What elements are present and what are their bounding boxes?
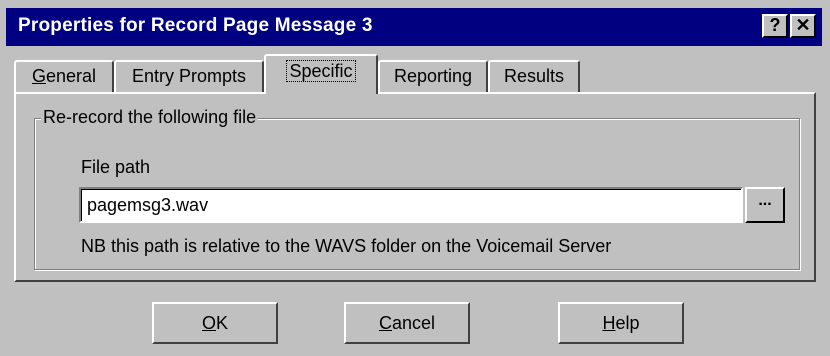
cancel-button[interactable]: Cancel xyxy=(344,302,470,344)
path-note: NB this path is relative to the WAVS fol… xyxy=(81,236,612,256)
tab-entry-prompts[interactable]: Entry Prompts xyxy=(114,60,264,92)
ok-button[interactable]: OK xyxy=(152,302,278,344)
window-title: Properties for Record Page Message 3 xyxy=(18,15,373,36)
title-bar[interactable]: Properties for Record Page Message 3 ? ✕ xyxy=(6,8,822,46)
cancel-label-rest: ancel xyxy=(391,313,436,333)
ok-label-rest: K xyxy=(216,313,229,333)
tab-specific[interactable]: Specific xyxy=(264,54,378,94)
close-icon[interactable]: ✕ xyxy=(790,14,816,38)
cancel-mnemonic: C xyxy=(378,313,392,333)
ok-mnemonic: O xyxy=(201,313,216,333)
tab-general-label-rest: eneral xyxy=(45,66,97,86)
file-path-label: File path xyxy=(81,157,151,177)
help-label-rest: elp xyxy=(615,313,640,333)
tab-general-mnemonic: G xyxy=(31,66,46,86)
tab-results-label: Results xyxy=(503,66,565,86)
file-path-input[interactable] xyxy=(79,187,743,223)
help-button[interactable]: Help xyxy=(558,302,684,344)
tab-specific-label: Specific xyxy=(286,60,356,82)
tab-entry-prompts-label: Entry Prompts xyxy=(131,66,247,86)
tab-general[interactable]: General xyxy=(14,60,114,92)
group-legend: Re-record the following file xyxy=(41,107,259,128)
rerecord-groupbox: Re-record the following file File path .… xyxy=(34,107,800,270)
help-title-button[interactable]: ? xyxy=(762,14,788,38)
tab-reporting[interactable]: Reporting xyxy=(378,60,488,92)
help-mnemonic: H xyxy=(602,313,616,333)
tab-reporting-label: Reporting xyxy=(393,66,473,86)
properties-dialog: Properties for Record Page Message 3 ? ✕… xyxy=(0,0,830,356)
browse-button[interactable]: ... xyxy=(745,187,785,223)
tab-panel-specific: Re-record the following file File path .… xyxy=(14,92,816,282)
tab-results[interactable]: Results xyxy=(488,60,580,92)
